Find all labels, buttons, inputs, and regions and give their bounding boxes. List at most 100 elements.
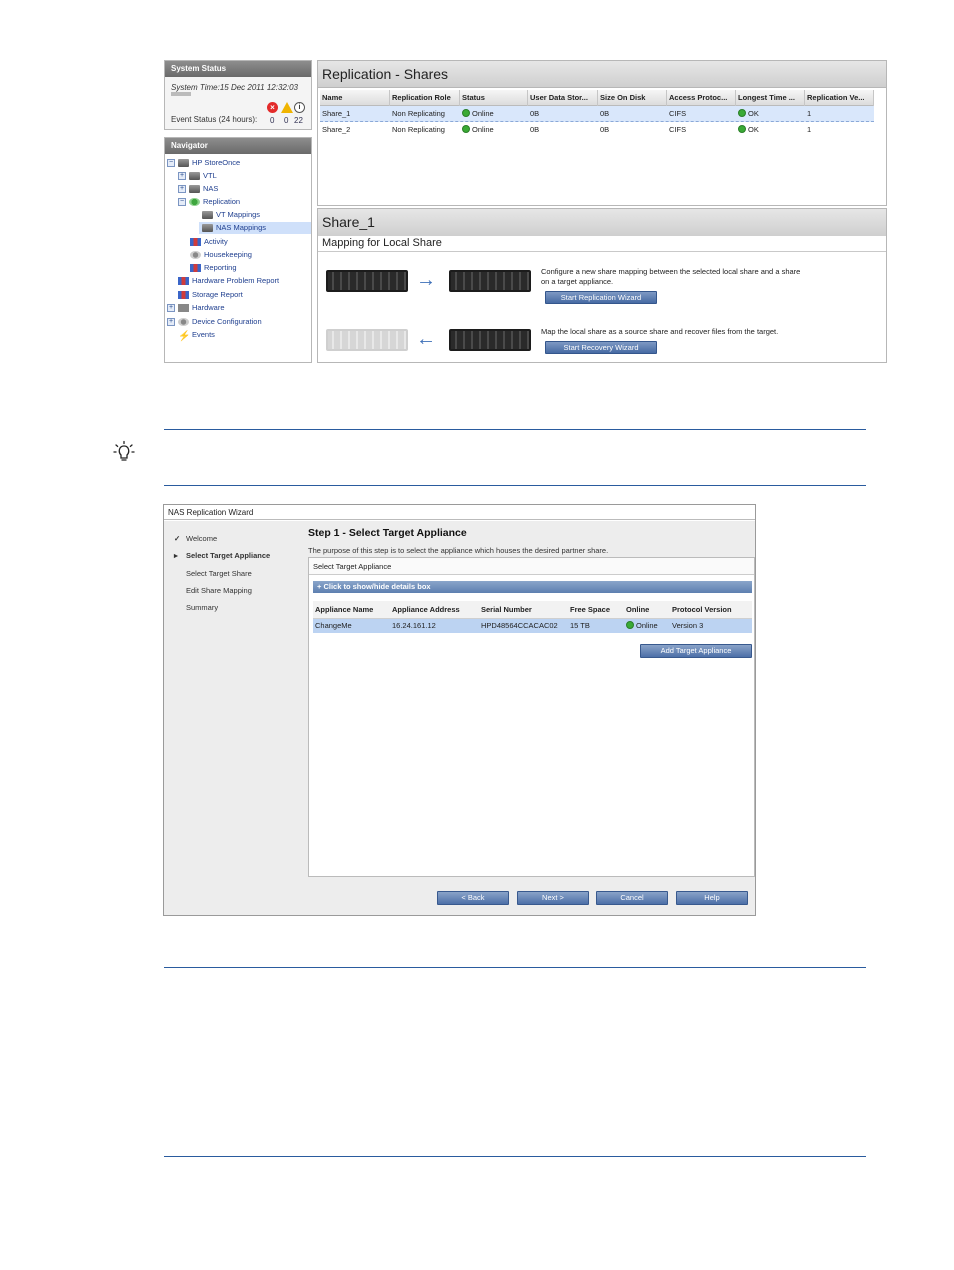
table-header: Name Replication Role Status User Data S… [320, 90, 874, 106]
shares-table: Name Replication Role Status User Data S… [320, 90, 874, 138]
navigator-panel: Navigator − HP StoreOnce + VTL + NAS − Repli… [164, 137, 312, 363]
ok-icon [738, 125, 746, 133]
collapse-icon[interactable]: − [178, 198, 186, 207]
target-appliance-image [449, 270, 531, 292]
note-rule-top [164, 967, 866, 968]
step-edit-share-mapping[interactable]: Edit Share Mapping [174, 586, 252, 595]
column-header[interactable]: Serial Number [479, 601, 568, 619]
expand-icon[interactable]: + [167, 318, 175, 327]
back-button[interactable]: < Back [437, 891, 509, 905]
cancel-button[interactable]: Cancel [596, 891, 668, 905]
checkmark-icon: ✓ [174, 534, 181, 543]
error-icon[interactable]: × [267, 102, 278, 113]
column-header[interactable]: Status [460, 90, 528, 106]
chart-icon [178, 291, 189, 300]
column-header[interactable]: Replication Role [390, 90, 460, 106]
step-select-target-appliance[interactable]: ▸ Select Target Appliance [174, 551, 270, 560]
nav-item-label: NAS [203, 184, 219, 193]
nav-item-reporting[interactable]: Reporting [190, 262, 237, 274]
expand-icon[interactable]: + [178, 172, 186, 181]
expand-icon[interactable]: + [167, 304, 175, 313]
help-button[interactable]: Help [676, 891, 748, 905]
bolt-icon: ⚡ [178, 331, 191, 343]
warning-count[interactable]: 0 [284, 116, 288, 125]
column-header[interactable]: Access Protoc... [667, 90, 736, 106]
nav-item-storage-report[interactable]: Storage Report [178, 289, 243, 301]
nav-item-hardware-problem-report[interactable]: Hardware Problem Report [178, 275, 279, 287]
arrow-right-icon: → [416, 269, 436, 291]
wizard-steps-sidebar: ✓ Welcome ▸ Select Target Appliance Select… [164, 521, 306, 915]
step-summary[interactable]: Summary [174, 603, 218, 612]
share-detail-panel: Share_1 Mapping for Local Share → Config… [317, 208, 887, 363]
cell-access-protocol: CIFS [669, 109, 687, 118]
add-target-appliance-button[interactable]: Add Target Appliance [640, 644, 752, 658]
details-toggle[interactable]: + Click to show/hide details box [313, 581, 752, 593]
nav-item-label: Reporting [204, 263, 237, 272]
start-replication-wizard-button[interactable]: Start Replication Wizard [545, 291, 657, 304]
error-count[interactable]: 0 [270, 116, 274, 125]
tip-rule-top [164, 429, 866, 430]
info-icon[interactable]: i [294, 102, 305, 113]
cell-user-data: 0B [530, 125, 540, 134]
cell-protocol-version: Version 3 [672, 621, 704, 630]
note-rule-bottom [164, 1156, 866, 1157]
online-icon [462, 125, 470, 133]
column-header[interactable]: User Data Stor... [528, 90, 598, 106]
column-header[interactable]: Replication Ve... [805, 90, 874, 106]
cell-access-protocol: CIFS [669, 125, 687, 134]
nav-item-vt-mappings[interactable]: VT Mappings [202, 209, 260, 221]
column-header[interactable]: Longest Time ... [736, 90, 805, 106]
column-header[interactable]: Free Space [568, 601, 624, 619]
panel-title: Select Target Appliance [309, 558, 754, 575]
nav-item-hp-storeonce[interactable]: − HP StoreOnce [167, 157, 240, 169]
step-label: Welcome [186, 534, 218, 543]
cell-serial-number: HPD48564CCACAC02 [481, 621, 558, 630]
ok-icon [738, 109, 746, 117]
online-icon [462, 109, 470, 117]
column-header[interactable]: Name [320, 90, 390, 106]
system-time: System Time:15 Dec 2011 12:32:03 [171, 83, 298, 92]
column-header[interactable]: Size On Disk [598, 90, 667, 106]
status-text: Online [472, 125, 494, 134]
table-row[interactable]: Share_2 Non Replicating Online 0B 0B CIF… [320, 122, 874, 138]
nav-item-nas[interactable]: + NAS [178, 183, 218, 195]
column-header[interactable]: Protocol Version [670, 601, 752, 619]
system-status-header: System Status [165, 61, 311, 77]
nav-item-replication[interactable]: − Replication [178, 196, 240, 208]
next-button[interactable]: Next > [517, 891, 589, 905]
nav-item-device-configuration[interactable]: + Device Configuration [167, 316, 262, 328]
step-welcome[interactable]: ✓ Welcome [174, 534, 217, 543]
table-row[interactable]: ChangeMe 16.24.161.12 HPD48564CCACAC02 1… [313, 619, 752, 633]
nav-item-label: Housekeeping [204, 250, 252, 259]
nav-item-hardware[interactable]: + Hardware [167, 302, 225, 314]
cell-longest-time: OK [736, 106, 759, 122]
online-text: Online [636, 621, 658, 630]
cell-role: Non Replicating [392, 125, 445, 134]
expand-icon[interactable]: + [178, 185, 186, 194]
cell-size-on-disk: 0B [600, 125, 610, 134]
warning-icon[interactable] [281, 102, 293, 113]
table-row[interactable]: Share_1 Non Replicating Online 0B 0B CIF… [320, 106, 874, 122]
nav-item-label: NAS Mappings [216, 223, 267, 232]
collapse-icon[interactable]: − [167, 159, 175, 168]
nav-item-housekeeping[interactable]: Housekeeping [190, 249, 252, 261]
info-count[interactable]: 22 [294, 116, 303, 125]
column-header[interactable]: Appliance Name [313, 601, 390, 619]
column-header[interactable]: Appliance Address [390, 601, 479, 619]
step-select-target-share[interactable]: Select Target Share [174, 569, 252, 578]
chart-icon [190, 264, 201, 273]
nav-item-vtl[interactable]: + VTL [178, 170, 217, 182]
cell-size-on-disk: 0B [600, 109, 610, 118]
system-time-overflow [171, 92, 191, 96]
step-purpose: The purpose of this step is to select th… [308, 546, 609, 555]
nas-replication-wizard-window: NAS Replication Wizard ✓ Welcome ▸ Select … [163, 504, 756, 916]
cell-name: Share_2 [322, 125, 351, 134]
nav-item-events[interactable]: ⚡ Events [178, 329, 215, 343]
column-header[interactable]: Online [624, 601, 670, 619]
nav-item-label: Storage Report [192, 290, 243, 299]
recover-text: Map the local share as a source share an… [541, 327, 779, 336]
nav-item-activity[interactable]: Activity [190, 236, 228, 248]
start-recovery-wizard-button[interactable]: Start Recovery Wizard [545, 341, 657, 354]
cell-replication-version: 1 [807, 109, 812, 118]
nav-item-nas-mappings[interactable]: NAS Mappings [199, 222, 311, 234]
